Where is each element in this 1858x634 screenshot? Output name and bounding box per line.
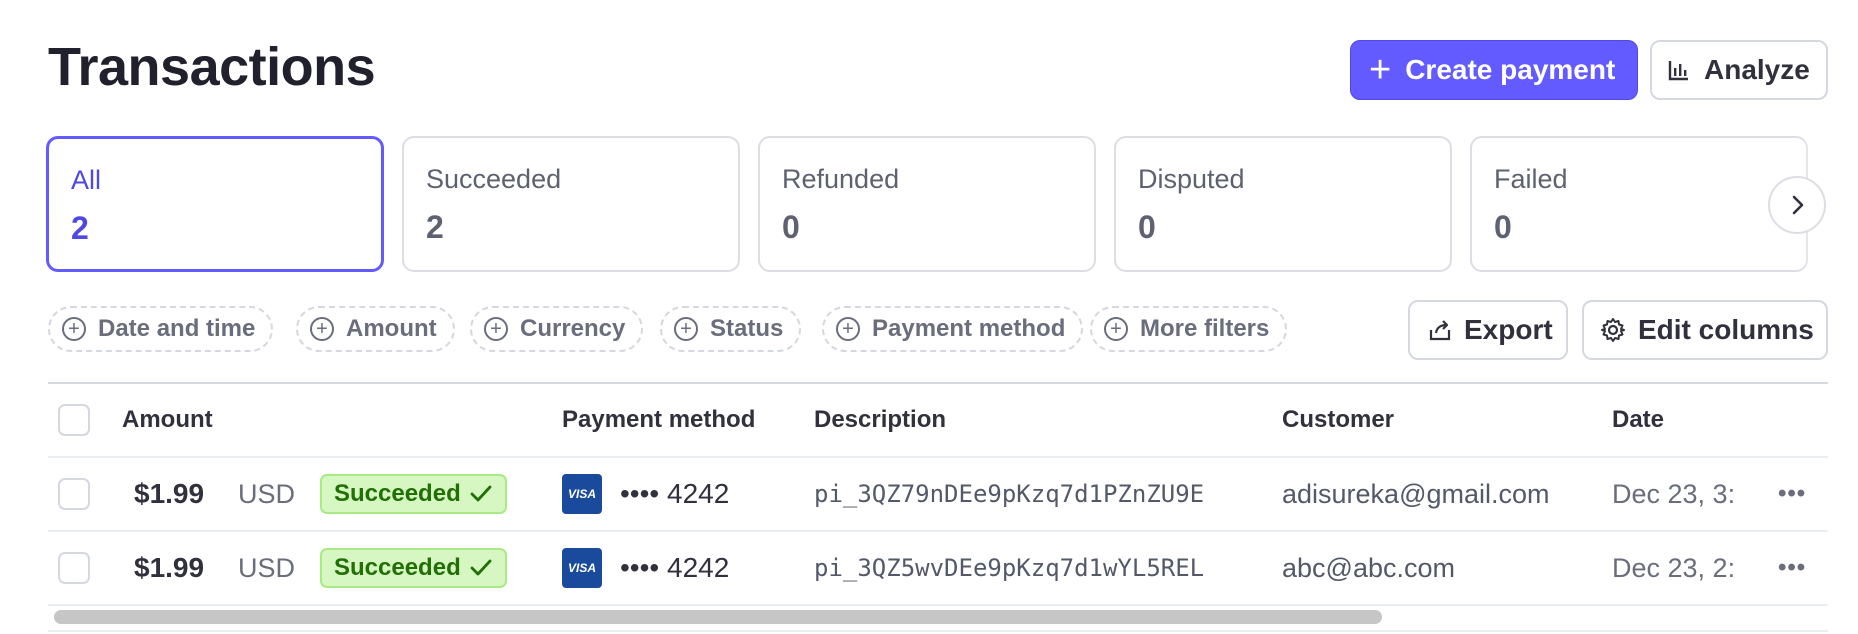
filter-status[interactable]: + Status <box>660 306 802 352</box>
horizontal-scrollbar[interactable] <box>48 608 1828 624</box>
circle-plus-icon: + <box>62 317 86 341</box>
tabs-next-button[interactable] <box>1768 176 1826 234</box>
tab-count: 2 <box>71 210 89 246</box>
tab-label: All <box>71 165 102 195</box>
filter-label: Currency <box>520 315 626 342</box>
status-badge: Succeeded <box>320 548 507 588</box>
payment-method-cell: VISA •••• 4242 <box>562 532 729 604</box>
status-badge: Succeeded <box>320 474 507 514</box>
tab-label: Failed <box>1494 164 1568 194</box>
table-bottom-border <box>48 630 1828 632</box>
row-checkbox[interactable] <box>58 552 90 584</box>
checkmark-icon <box>470 559 492 576</box>
filter-more-filters[interactable]: + More filters <box>1090 306 1288 352</box>
checkmark-icon <box>470 485 492 502</box>
table-header-row: Amount Payment method Description Custom… <box>48 384 1828 458</box>
circle-plus-icon: + <box>1104 317 1128 341</box>
filter-amount[interactable]: + Amount <box>296 306 455 352</box>
tab-count: 0 <box>1494 209 1512 245</box>
column-header-amount[interactable]: Amount <box>122 384 213 456</box>
currency-value: USD <box>238 552 296 583</box>
column-header-date[interactable]: Date <box>1612 384 1664 456</box>
create-payment-button[interactable]: + Create payment <box>1350 40 1638 100</box>
description-value: pi_3QZ79nDEe9pKzq7d1PZnZU9E <box>814 480 1205 508</box>
column-header-customer[interactable]: Customer <box>1282 384 1394 456</box>
checkbox-cell <box>58 458 90 530</box>
row-checkbox[interactable] <box>58 478 90 510</box>
status-cell: Succeeded <box>320 458 507 530</box>
tab-refunded[interactable]: Refunded 0 <box>758 136 1096 272</box>
date-value: Dec 23, 2: <box>1612 552 1736 583</box>
tab-disputed[interactable]: Disputed 0 <box>1114 136 1452 272</box>
column-header-description[interactable]: Description <box>814 384 946 456</box>
chevron-right-icon <box>1792 195 1804 215</box>
table-row[interactable]: $1.99 USD Succeeded VISA •••• 4242 pi_3Q… <box>48 532 1828 606</box>
gear-icon <box>1601 318 1625 342</box>
plus-icon: + <box>1369 49 1392 91</box>
payment-method-cell: VISA •••• 4242 <box>562 458 729 530</box>
tab-label: Refunded <box>782 164 900 194</box>
filter-label: Status <box>710 315 784 342</box>
filter-date-and-time[interactable]: + Date and time <box>48 306 274 352</box>
column-header-payment-method[interactable]: Payment method <box>562 384 755 456</box>
visa-icon: VISA <box>562 474 602 514</box>
date-value: Dec 23, 3: <box>1612 478 1736 509</box>
amount-value: $1.99 <box>134 478 205 509</box>
export-label: Export <box>1464 314 1553 345</box>
more-icon[interactable]: ••• <box>1778 532 1806 604</box>
tab-count: 2 <box>426 209 444 245</box>
filter-payment-method[interactable]: + Payment method <box>822 306 1084 352</box>
circle-plus-icon: + <box>310 317 334 341</box>
export-icon <box>1429 320 1451 341</box>
filter-label: More filters <box>1140 315 1270 342</box>
select-all-cell <box>58 384 90 456</box>
tab-label: Disputed <box>1138 164 1245 194</box>
visa-icon: VISA <box>562 548 602 588</box>
card-last4: •••• 4242 <box>620 478 730 509</box>
analyze-button[interactable]: Analyze <box>1650 40 1828 100</box>
checkbox-cell <box>58 532 90 604</box>
status-cell: Succeeded <box>320 532 507 604</box>
edit-columns-label: Edit columns <box>1638 314 1814 345</box>
customer-value: adisureka@gmail.com <box>1282 478 1550 509</box>
tab-label: Succeeded <box>426 164 562 194</box>
circle-plus-icon: + <box>674 317 698 341</box>
tab-failed[interactable]: Failed 0 <box>1470 136 1808 272</box>
filter-label: Payment method <box>872 315 1066 342</box>
export-button[interactable]: Export <box>1408 300 1568 360</box>
status-badge-label: Succeeded <box>334 480 461 507</box>
tab-count: 0 <box>1138 209 1156 245</box>
circle-plus-icon: + <box>484 317 508 341</box>
edit-columns-button[interactable]: Edit columns <box>1582 300 1828 360</box>
filter-label: Amount <box>346 315 437 342</box>
status-badge-label: Succeeded <box>334 554 461 581</box>
tab-succeeded[interactable]: Succeeded 2 <box>402 136 740 272</box>
filter-currency[interactable]: + Currency <box>470 306 644 352</box>
description-value: pi_3QZ5wvDEe9pKzq7d1wYL5REL <box>814 554 1205 582</box>
circle-plus-icon: + <box>836 317 860 341</box>
currency-value: USD <box>238 478 296 509</box>
amount-value: $1.99 <box>134 552 205 583</box>
customer-value: abc@abc.com <box>1282 552 1455 583</box>
status-tabs: All 2 Succeeded 2 Refunded 0 Disputed 0 … <box>46 136 1858 272</box>
bar-chart-icon <box>1668 61 1688 81</box>
table-row[interactable]: $1.99 USD Succeeded VISA •••• 4242 pi_3Q… <box>48 458 1828 532</box>
card-last4: •••• 4242 <box>620 552 730 583</box>
more-icon[interactable]: ••• <box>1778 458 1806 530</box>
select-all-checkbox[interactable] <box>58 404 90 436</box>
filter-label: Date and time <box>98 315 256 342</box>
scrollbar-thumb[interactable] <box>54 610 1382 624</box>
tab-all[interactable]: All 2 <box>46 136 384 272</box>
page-title: Transactions <box>48 37 376 97</box>
create-payment-label: Create payment <box>1405 54 1616 85</box>
tab-count: 0 <box>782 209 800 245</box>
analyze-label: Analyze <box>1704 54 1810 85</box>
